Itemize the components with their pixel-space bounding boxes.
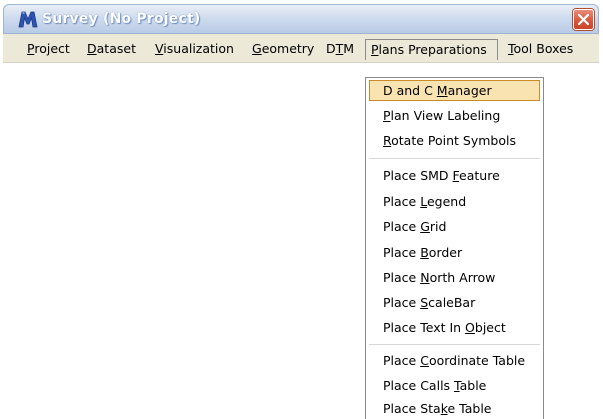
menu-label-post: ool Boxes — [513, 41, 574, 56]
item-label-post: bject — [474, 320, 506, 335]
item-label-post: anager — [447, 83, 492, 98]
item-label-post: egend — [426, 194, 467, 209]
window-title: Survey (No Project) — [42, 11, 201, 27]
item-label-accel: k — [440, 401, 448, 416]
menu-label-accel: G — [252, 41, 262, 56]
menu-label-post: eometry — [261, 41, 315, 56]
menu-separator — [369, 344, 540, 345]
item-label-accel: P — [383, 108, 391, 123]
item-label-accel: S — [420, 295, 429, 310]
item-label-pre: Place SMD — [383, 168, 453, 183]
close-button[interactable] — [573, 9, 594, 30]
item-label-pre: Place Sta — [383, 401, 441, 416]
menu-item-place-grid[interactable]: Place Grid — [369, 216, 540, 237]
menu-item-place-stake-table[interactable]: Place Stake Table — [369, 398, 540, 419]
item-label-pre: Place — [383, 219, 421, 234]
item-label-accel: R — [383, 133, 392, 148]
item-label-post: eature — [459, 168, 500, 183]
menu-geometry[interactable]: Geometry — [246, 39, 320, 60]
item-label-post: e Table — [447, 401, 492, 416]
item-label-accel: C — [420, 353, 429, 368]
app-window: Survey (No Project) Project Dataset Visu… — [3, 4, 599, 419]
item-label-post: otate Point Symbols — [391, 133, 516, 148]
item-label-pre: Place — [383, 194, 421, 209]
menu-bar: Project Dataset Visualization Geometry D… — [3, 34, 599, 63]
menu-item-place-border[interactable]: Place Border — [369, 242, 540, 263]
menu-label-post: isualization — [163, 41, 234, 56]
menu-label-post: roject — [34, 41, 70, 56]
close-x-icon — [578, 14, 589, 25]
item-label-pre: Place — [383, 245, 421, 260]
plans-preparations-dropdown: D and C Manager Plan View Labeling Rotat… — [365, 77, 544, 419]
menu-label-pre: D — [326, 41, 336, 56]
menu-item-place-north-arrow[interactable]: Place North Arrow — [369, 267, 540, 288]
menu-item-place-calls-table[interactable]: Place Calls Table — [369, 375, 540, 396]
item-label-accel: B — [420, 245, 429, 260]
item-label-post: able — [459, 378, 487, 393]
menu-dataset[interactable]: Dataset — [81, 39, 142, 60]
menu-project[interactable]: Project — [21, 39, 76, 60]
menu-label-post: ataset — [96, 41, 136, 56]
item-label-post: rid — [429, 219, 447, 234]
item-label-pre: D and C — [383, 83, 437, 98]
menu-item-d-and-c-manager[interactable]: D and C Manager — [369, 80, 540, 101]
title-bar[interactable]: Survey (No Project) — [3, 4, 599, 34]
menu-item-place-smd-feature[interactable]: Place SMD Feature — [369, 165, 540, 186]
menu-label-accel: P — [371, 42, 379, 57]
item-label-pre: Place Calls — [383, 378, 455, 393]
item-label-pre: Place Text In — [383, 320, 466, 335]
item-label-accel: M — [436, 83, 448, 98]
menu-label-post: M — [343, 41, 355, 56]
item-label-accel: L — [420, 194, 427, 209]
menu-tool-boxes[interactable]: Tool Boxes — [502, 39, 579, 60]
item-label-post: lan View Labeling — [390, 108, 501, 123]
menu-visualization[interactable]: Visualization — [149, 39, 240, 60]
item-label-post: orth Arrow — [429, 270, 496, 285]
menu-item-plan-view-labeling[interactable]: Plan View Labeling — [369, 105, 540, 126]
menu-item-place-coordinate-table[interactable]: Place Coordinate Table — [369, 350, 540, 371]
item-label-pre: Place — [383, 270, 421, 285]
item-label-accel: O — [465, 320, 475, 335]
menu-item-rotate-point-symbols[interactable]: Rotate Point Symbols — [369, 130, 540, 151]
item-label-post: oordinate Table — [428, 353, 526, 368]
menu-plans-preparations[interactable]: Plans Preparations — [365, 39, 498, 60]
item-label-post: order — [428, 245, 463, 260]
menu-dtm[interactable]: DTM — [320, 39, 360, 60]
item-label-accel: G — [420, 219, 430, 234]
menu-item-place-text-in-object[interactable]: Place Text In Object — [369, 317, 540, 338]
menu-label-post: lans Preparations — [378, 42, 487, 57]
item-label-post: caleBar — [428, 295, 476, 310]
item-label-accel: N — [420, 270, 430, 285]
item-label-pre: Place — [383, 353, 421, 368]
menu-item-place-scalebar[interactable]: Place ScaleBar — [369, 292, 540, 313]
item-label-pre: Place — [383, 295, 421, 310]
menu-item-place-legend[interactable]: Place Legend — [369, 191, 540, 212]
microstation-m-icon — [18, 11, 38, 28]
menu-separator — [369, 158, 540, 159]
menu-label-accel: D — [87, 41, 97, 56]
